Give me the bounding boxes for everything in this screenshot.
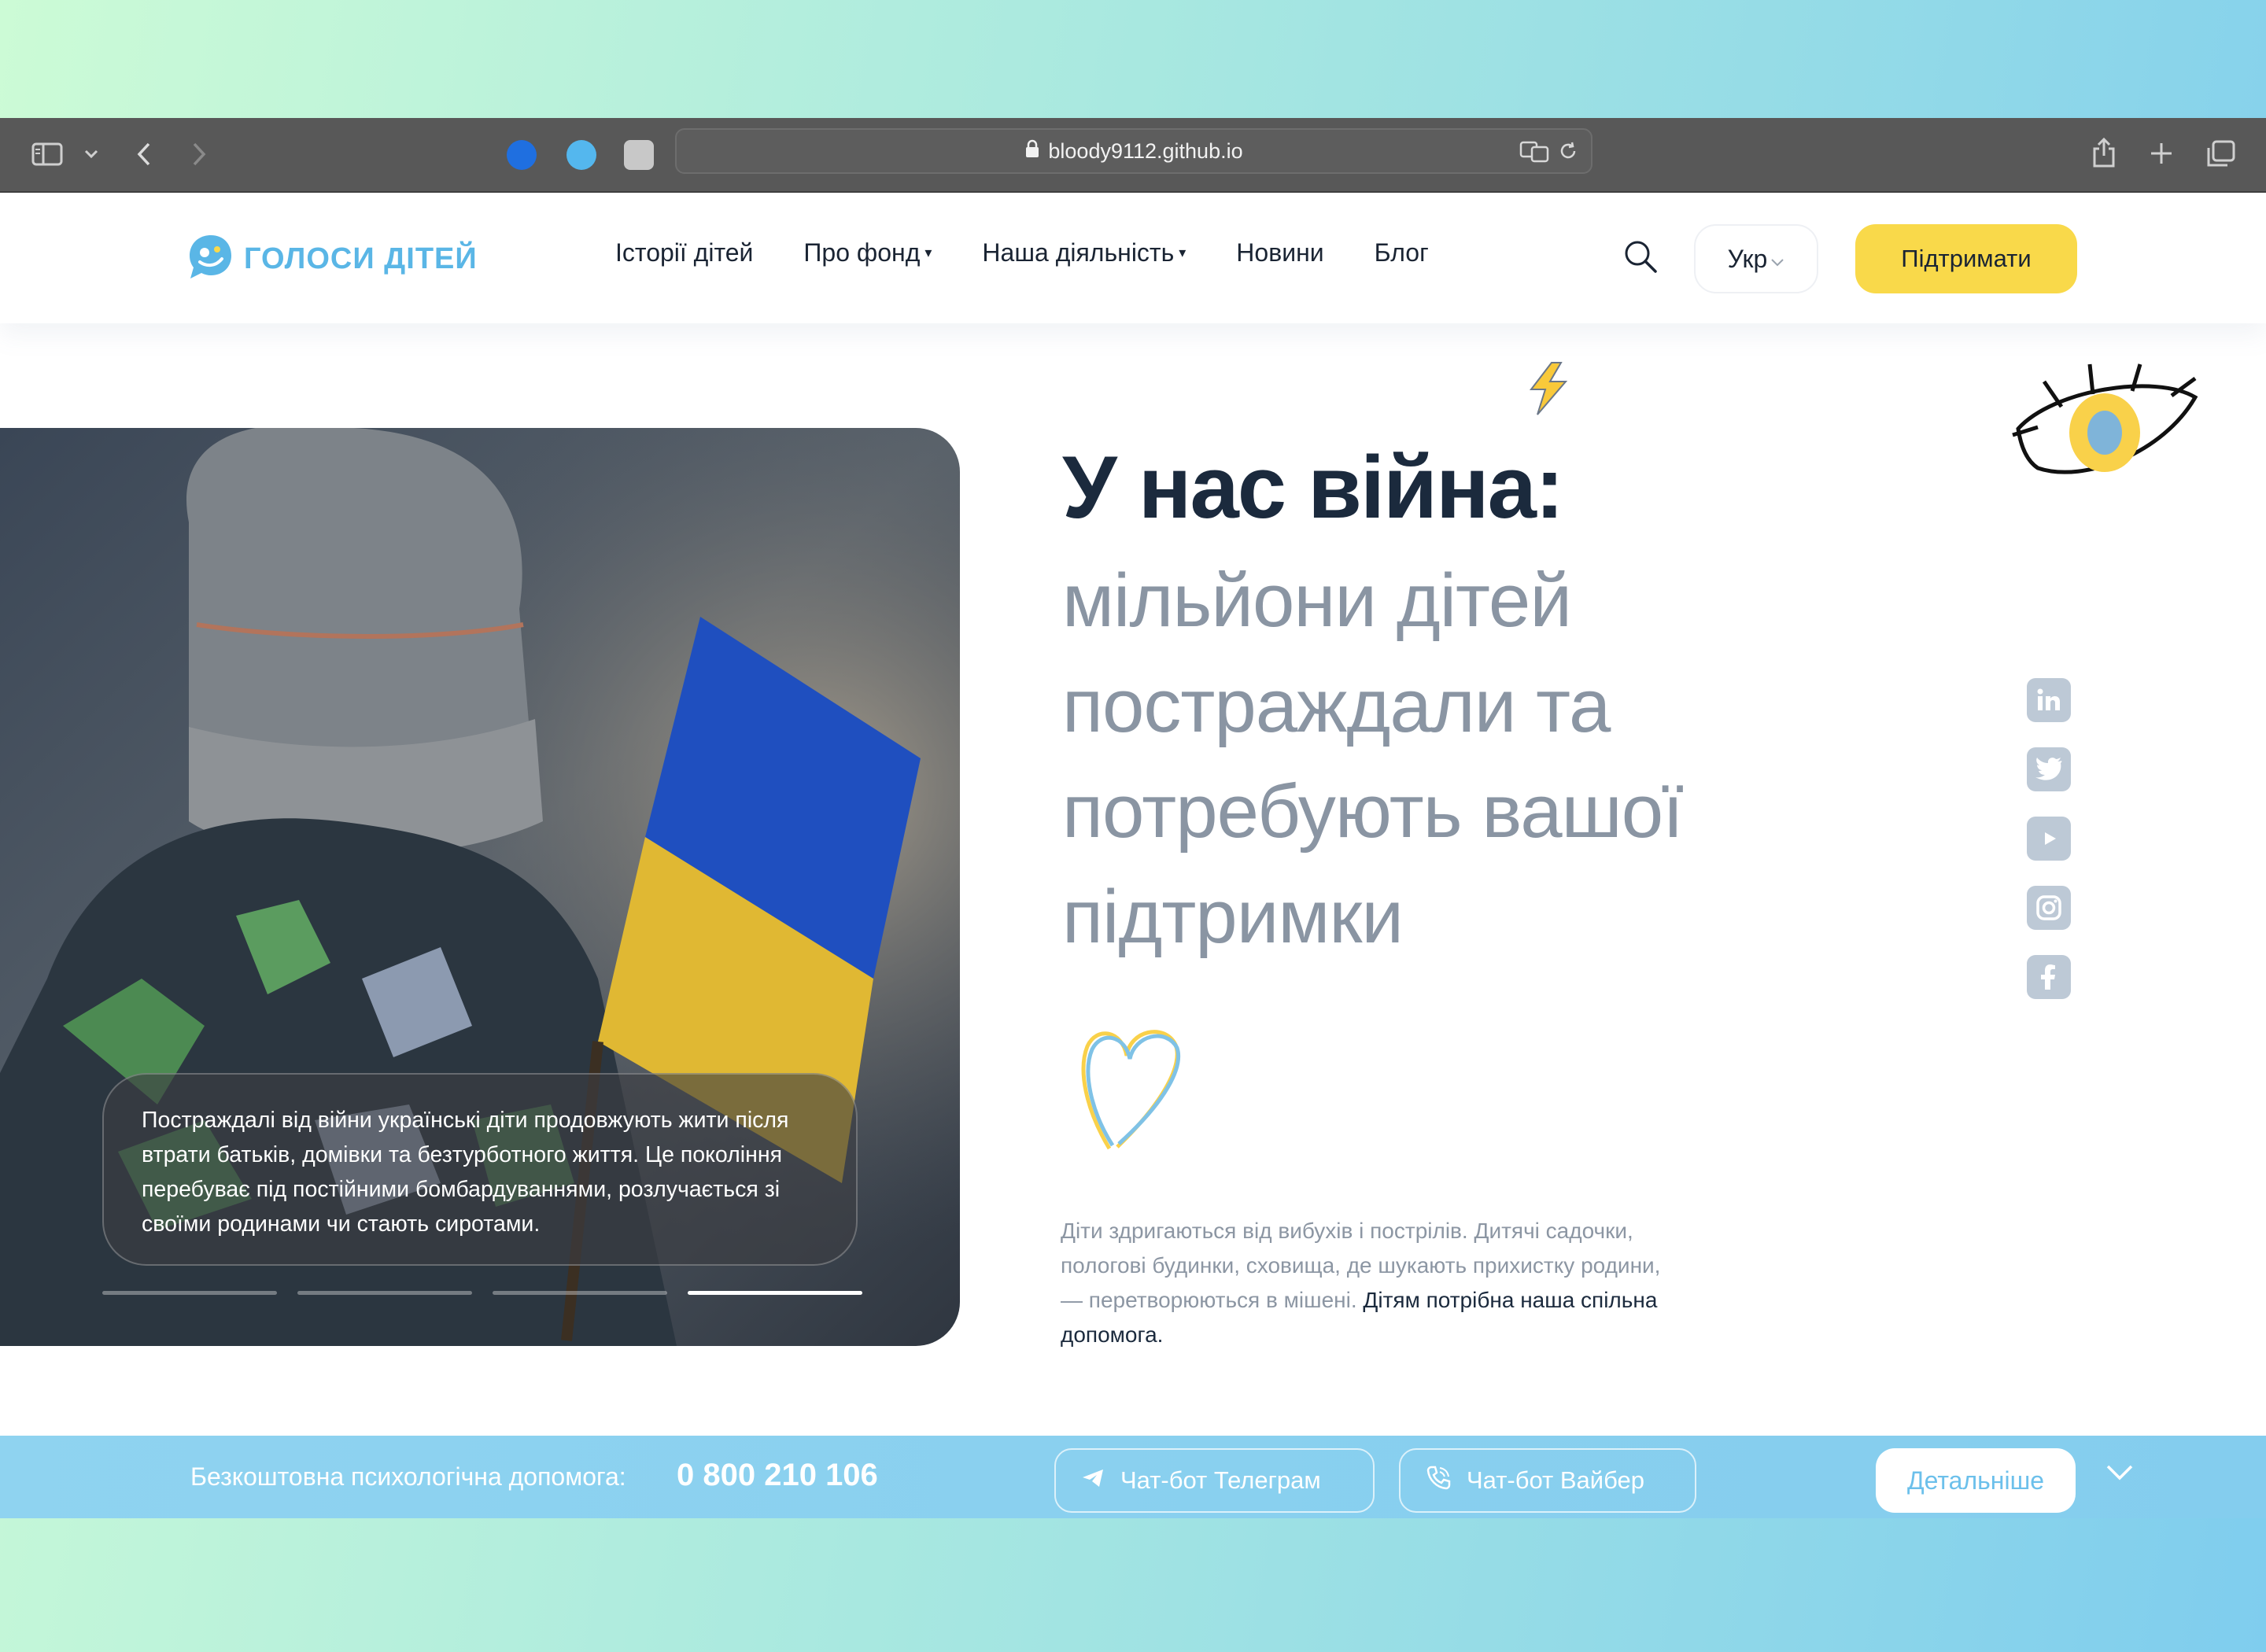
tabs-overview-icon[interactable] bbox=[2205, 138, 2236, 170]
hero-subtitle-line: потребують вашої bbox=[1062, 769, 1684, 854]
site-header: ГОЛОСИ ДІТЕЙ Історії дітей Про фонд ▾ Наш… bbox=[0, 194, 2266, 323]
nav-label: Блог bbox=[1374, 238, 1429, 267]
hero-subtitle-line: підтримки bbox=[1062, 875, 1404, 959]
nav-label: Про фонд bbox=[803, 238, 921, 267]
twitter-icon[interactable] bbox=[2027, 747, 2071, 791]
url-display[interactable]: bloody9112.github.io bbox=[677, 130, 1591, 172]
hero-subtitle: мільйони дітей постраждали та потребують… bbox=[1062, 548, 1770, 970]
hero-title: У нас війна: bbox=[1062, 438, 1564, 537]
back-icon[interactable] bbox=[132, 140, 156, 168]
reload-icon[interactable] bbox=[1556, 139, 1580, 163]
browser-toolbar: bloody9112.github.io bbox=[0, 118, 2266, 193]
instagram-icon[interactable] bbox=[2027, 886, 2071, 930]
phone-icon bbox=[1426, 1465, 1451, 1496]
nav-item-about[interactable]: Про фонд ▾ bbox=[803, 238, 932, 267]
eye-icon bbox=[2006, 358, 2203, 503]
extension-compass-icon[interactable] bbox=[566, 140, 596, 170]
youtube-icon[interactable] bbox=[2027, 817, 2071, 861]
hero-subtitle-line: мільйони дітей bbox=[1062, 559, 1572, 643]
web-page: ГОЛОСИ ДІТЕЙ Історії дітей Про фонд ▾ Наш… bbox=[0, 194, 2266, 1518]
details-button[interactable]: Детальніше bbox=[1876, 1448, 2076, 1513]
social-links bbox=[2027, 678, 2071, 999]
slider-dot-4[interactable] bbox=[688, 1291, 862, 1295]
heart-icon bbox=[1078, 1023, 1188, 1160]
chevron-down-icon[interactable] bbox=[82, 145, 101, 164]
caret-down-icon: ▾ bbox=[924, 245, 932, 260]
main-nav: Історії дітей Про фонд ▾ Наша діяльність ▾… bbox=[615, 238, 1429, 267]
hero-caption: Постраждалі від війни українські діти пр… bbox=[102, 1073, 858, 1266]
facebook-icon[interactable] bbox=[2027, 955, 2071, 999]
new-tab-icon[interactable] bbox=[2148, 140, 2175, 167]
address-bar[interactable]: bloody9112.github.io bbox=[675, 128, 1592, 174]
lightning-icon bbox=[1520, 360, 1575, 422]
telegram-icon bbox=[1081, 1466, 1105, 1495]
chevron-down-icon[interactable] bbox=[2105, 1464, 2134, 1485]
linkedin-icon[interactable] bbox=[2027, 678, 2071, 722]
browser-window: bloody9112.github.io ГОЛОСИ ДІТЕЙ Історі… bbox=[0, 118, 2266, 1518]
url-text: bloody9112.github.io bbox=[1048, 138, 1243, 163]
nav-item-activity[interactable]: Наша діяльність ▾ bbox=[982, 238, 1186, 267]
translate-icon[interactable] bbox=[1519, 138, 1550, 164]
nav-label: Новини bbox=[1236, 238, 1324, 267]
slider-dot-2[interactable] bbox=[297, 1291, 472, 1295]
slider-dot-3[interactable] bbox=[493, 1291, 667, 1295]
site-logo[interactable]: ГОЛОСИ ДІТЕЙ bbox=[187, 234, 478, 285]
language-label: Укр bbox=[1727, 244, 1768, 273]
nav-item-news[interactable]: Новини bbox=[1236, 238, 1323, 267]
telegram-bot-label: Чат-бот Телеграм bbox=[1120, 1466, 1321, 1494]
help-bar: Безкоштовна психологічна допомога: 0 800… bbox=[0, 1436, 2266, 1518]
caret-down-icon: ▾ bbox=[1179, 245, 1187, 260]
support-button[interactable]: Підтримати bbox=[1855, 224, 2077, 293]
telegram-bot-button[interactable]: Чат-бот Телеграм bbox=[1054, 1448, 1375, 1513]
nav-item-stories[interactable]: Історії дітей bbox=[615, 238, 753, 267]
nav-label: Історії дітей bbox=[615, 238, 754, 267]
sidebar-toggle-icon[interactable] bbox=[30, 140, 65, 168]
search-icon[interactable] bbox=[1622, 238, 1659, 278]
logo-icon bbox=[187, 234, 233, 285]
language-select[interactable]: Укр bbox=[1694, 224, 1818, 293]
viber-bot-button[interactable]: Чат-бот Вайбер bbox=[1399, 1448, 1696, 1513]
extension-shield-icon[interactable] bbox=[507, 140, 537, 170]
nav-label: Наша діяльність bbox=[982, 238, 1175, 267]
hero-body-text: Діти здригаються від вибухів і пострілів… bbox=[1061, 1214, 1674, 1352]
nav-item-blog[interactable]: Блог bbox=[1375, 238, 1429, 267]
lock-icon bbox=[1024, 139, 1040, 164]
hero-subtitle-line: постраждали та bbox=[1062, 664, 1611, 748]
hero-photo: Постраждалі від війни українські діти пр… bbox=[0, 428, 960, 1346]
forward-icon[interactable] bbox=[187, 140, 211, 168]
slider-dot-1[interactable] bbox=[102, 1291, 277, 1295]
viber-bot-label: Чат-бот Вайбер bbox=[1467, 1466, 1644, 1494]
help-label: Безкоштовна психологічна допомога: bbox=[190, 1462, 626, 1491]
help-phone[interactable]: 0 800 210 106 bbox=[677, 1458, 878, 1493]
slider-indicators bbox=[102, 1291, 862, 1295]
logo-text: ГОЛОСИ ДІТЕЙ bbox=[244, 242, 478, 275]
extension-block-icon[interactable] bbox=[624, 140, 654, 170]
share-icon[interactable] bbox=[2090, 135, 2118, 170]
chevron-down-icon bbox=[1770, 245, 1784, 274]
